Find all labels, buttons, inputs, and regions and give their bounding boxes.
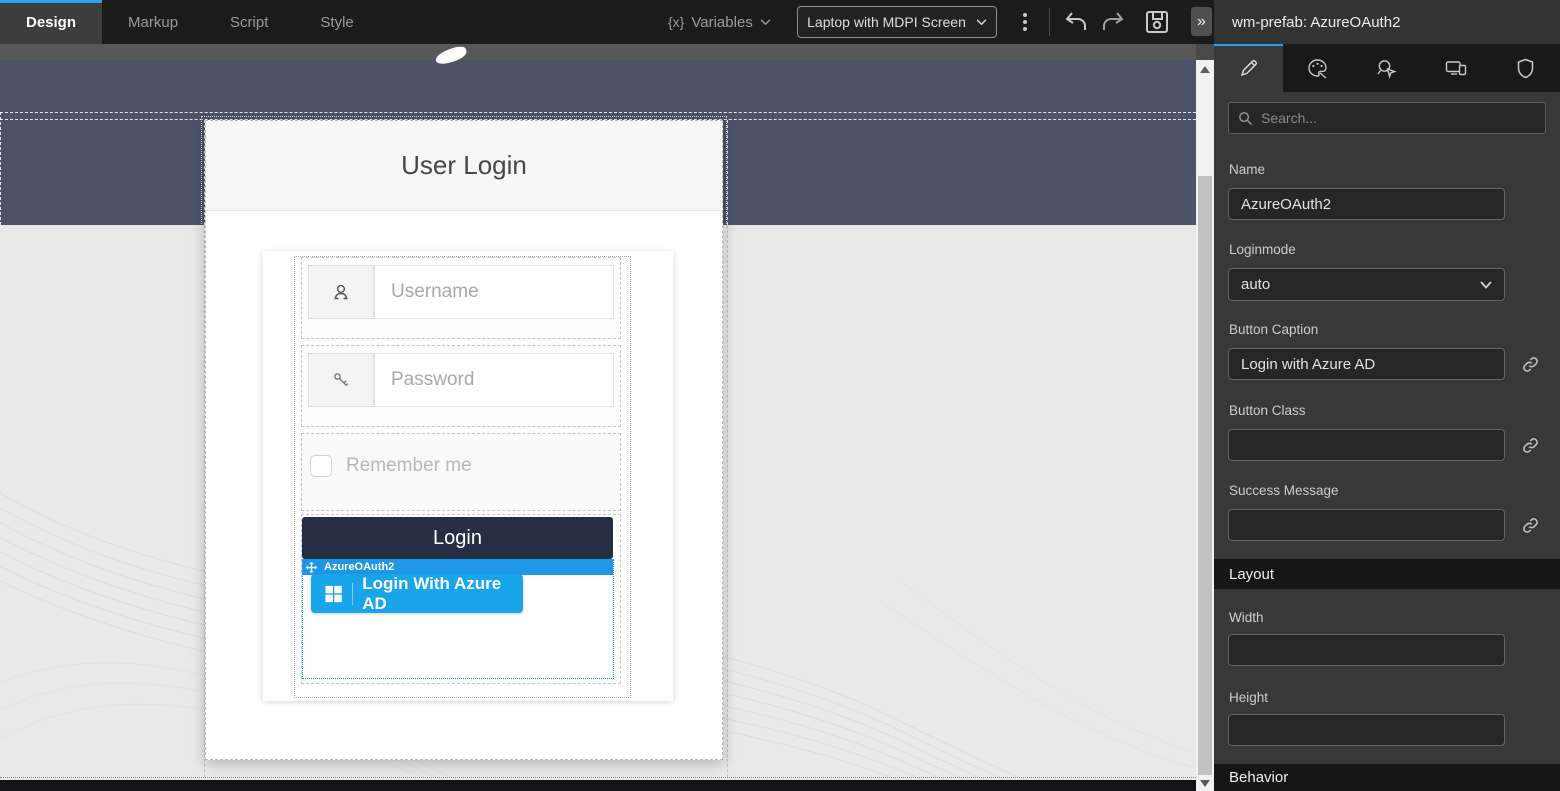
page-top-strip xyxy=(0,44,1196,60)
redo-icon xyxy=(1101,11,1125,33)
tab-style[interactable]: Style xyxy=(294,0,379,44)
name-input[interactable] xyxy=(1228,188,1505,220)
selected-widget-title: wm-prefab: AzureOAuth2 xyxy=(1232,14,1400,31)
button-caption-label: Button Caption xyxy=(1229,322,1318,337)
button-separator xyxy=(352,583,353,605)
devices-icon xyxy=(1444,57,1468,79)
login-card-title: User Login xyxy=(401,150,527,181)
success-message-label: Success Message xyxy=(1229,483,1339,498)
variables-label: Variables xyxy=(691,14,752,31)
properties-panel: wm-prefab: AzureOAuth2 xyxy=(1214,0,1560,791)
search-icon xyxy=(1238,111,1253,126)
name-label: Name xyxy=(1229,162,1265,177)
property-search[interactable] xyxy=(1228,102,1546,134)
link-icon xyxy=(1521,355,1540,374)
tab-script[interactable]: Script xyxy=(204,0,294,44)
remember-me-row[interactable]: Remember me xyxy=(301,433,621,511)
property-search-input[interactable] xyxy=(1261,110,1536,126)
windows-logo-icon xyxy=(325,585,342,603)
column-guide-right xyxy=(727,225,728,777)
button-class-label: Button Class xyxy=(1229,403,1306,418)
more-options-button[interactable] xyxy=(1018,10,1032,34)
scroll-up-arrow[interactable] xyxy=(1200,66,1210,73)
chevron-down-icon xyxy=(976,19,987,26)
tab-properties[interactable] xyxy=(1214,44,1283,92)
scrollbar-cap xyxy=(1196,44,1214,60)
password-row[interactable] xyxy=(301,345,621,427)
layout-guide-horizontal xyxy=(0,112,1196,113)
move-icon xyxy=(306,562,317,573)
bind-button-caption[interactable] xyxy=(1518,352,1542,376)
toolbar-divider xyxy=(1049,8,1050,36)
chevron-double-right-icon: » xyxy=(1197,13,1206,31)
success-message-input[interactable] xyxy=(1228,509,1505,541)
canvas-scrollbar[interactable] xyxy=(1196,44,1214,791)
shield-icon xyxy=(1515,57,1536,80)
wavemaker-studio: Design Markup Script Style {x} Variables… xyxy=(0,0,1560,791)
inspect-icon xyxy=(1375,57,1398,80)
remember-me-checkbox[interactable] xyxy=(310,455,332,477)
loginmode-select[interactable]: auto xyxy=(1228,268,1505,301)
username-row[interactable] xyxy=(301,257,621,339)
page-footer-band xyxy=(0,780,1196,791)
username-input[interactable] xyxy=(374,265,614,319)
height-label: Height xyxy=(1229,690,1268,705)
tab-devices[interactable] xyxy=(1422,44,1491,92)
link-icon xyxy=(1521,436,1540,455)
bind-success-message[interactable] xyxy=(1518,513,1542,537)
user-icon xyxy=(330,281,352,303)
button-caption-input[interactable] xyxy=(1228,348,1505,380)
prefab-tag-label: AzureOAuth2 xyxy=(324,561,394,573)
save-icon xyxy=(1144,9,1170,35)
properties-tab-bar xyxy=(1214,44,1560,92)
password-icon-cell xyxy=(308,353,374,407)
username-icon-cell xyxy=(308,265,374,319)
design-canvas[interactable]: User Login xyxy=(0,44,1196,791)
remember-me-label: Remember me xyxy=(346,455,472,477)
login-card-header: User Login xyxy=(206,121,722,211)
azure-login-button[interactable]: Login With Azure AD xyxy=(311,574,523,613)
scroll-down-arrow[interactable] xyxy=(1200,780,1210,787)
undo-icon xyxy=(1064,11,1088,33)
collapse-panel-button[interactable]: » xyxy=(1191,7,1212,36)
button-class-input[interactable] xyxy=(1228,429,1505,461)
password-input[interactable] xyxy=(374,353,614,407)
undo-button[interactable] xyxy=(1062,8,1090,36)
section-behavior[interactable]: Behavior xyxy=(1214,764,1560,791)
buttons-row: Login AzureOAuth2 xyxy=(301,514,621,684)
bind-button-class[interactable] xyxy=(1518,433,1542,457)
tab-security[interactable] xyxy=(1491,44,1560,92)
pencil-icon xyxy=(1238,57,1260,79)
login-button[interactable]: Login xyxy=(302,517,613,559)
device-selector[interactable]: Laptop with MDPI Screen xyxy=(797,6,997,38)
palette-icon xyxy=(1306,57,1329,80)
variables-icon: {x} xyxy=(668,14,684,30)
chevron-down-icon xyxy=(760,19,771,26)
width-input[interactable] xyxy=(1228,634,1505,666)
tab-styles[interactable] xyxy=(1283,44,1352,92)
tab-design[interactable]: Design xyxy=(0,0,102,44)
tab-markup[interactable]: Markup xyxy=(102,0,204,44)
scrollbar-thumb[interactable] xyxy=(1198,176,1212,775)
properties-panel-header: wm-prefab: AzureOAuth2 xyxy=(1214,0,1560,44)
key-icon xyxy=(330,369,352,391)
save-button[interactable] xyxy=(1143,8,1171,36)
link-icon xyxy=(1521,516,1540,535)
width-label: Width xyxy=(1229,610,1264,625)
redo-button[interactable] xyxy=(1099,8,1127,36)
chevron-down-icon xyxy=(1480,281,1492,289)
height-input[interactable] xyxy=(1228,714,1505,746)
layout-guide-left xyxy=(0,112,1,225)
login-card[interactable]: User Login xyxy=(205,120,723,760)
footer-guide-line xyxy=(0,777,1196,778)
column-guide-right xyxy=(727,120,728,225)
mode-tabs: Design Markup Script Style xyxy=(0,0,380,44)
section-layout[interactable]: Layout xyxy=(1214,559,1560,589)
top-toolbar: Design Markup Script Style {x} Variables… xyxy=(0,0,1214,44)
loginmode-label: Loginmode xyxy=(1229,242,1296,257)
variables-menu[interactable]: {x} Variables xyxy=(668,0,771,44)
tab-inspect[interactable] xyxy=(1352,44,1421,92)
azure-button-label: Login With Azure AD xyxy=(362,574,523,614)
